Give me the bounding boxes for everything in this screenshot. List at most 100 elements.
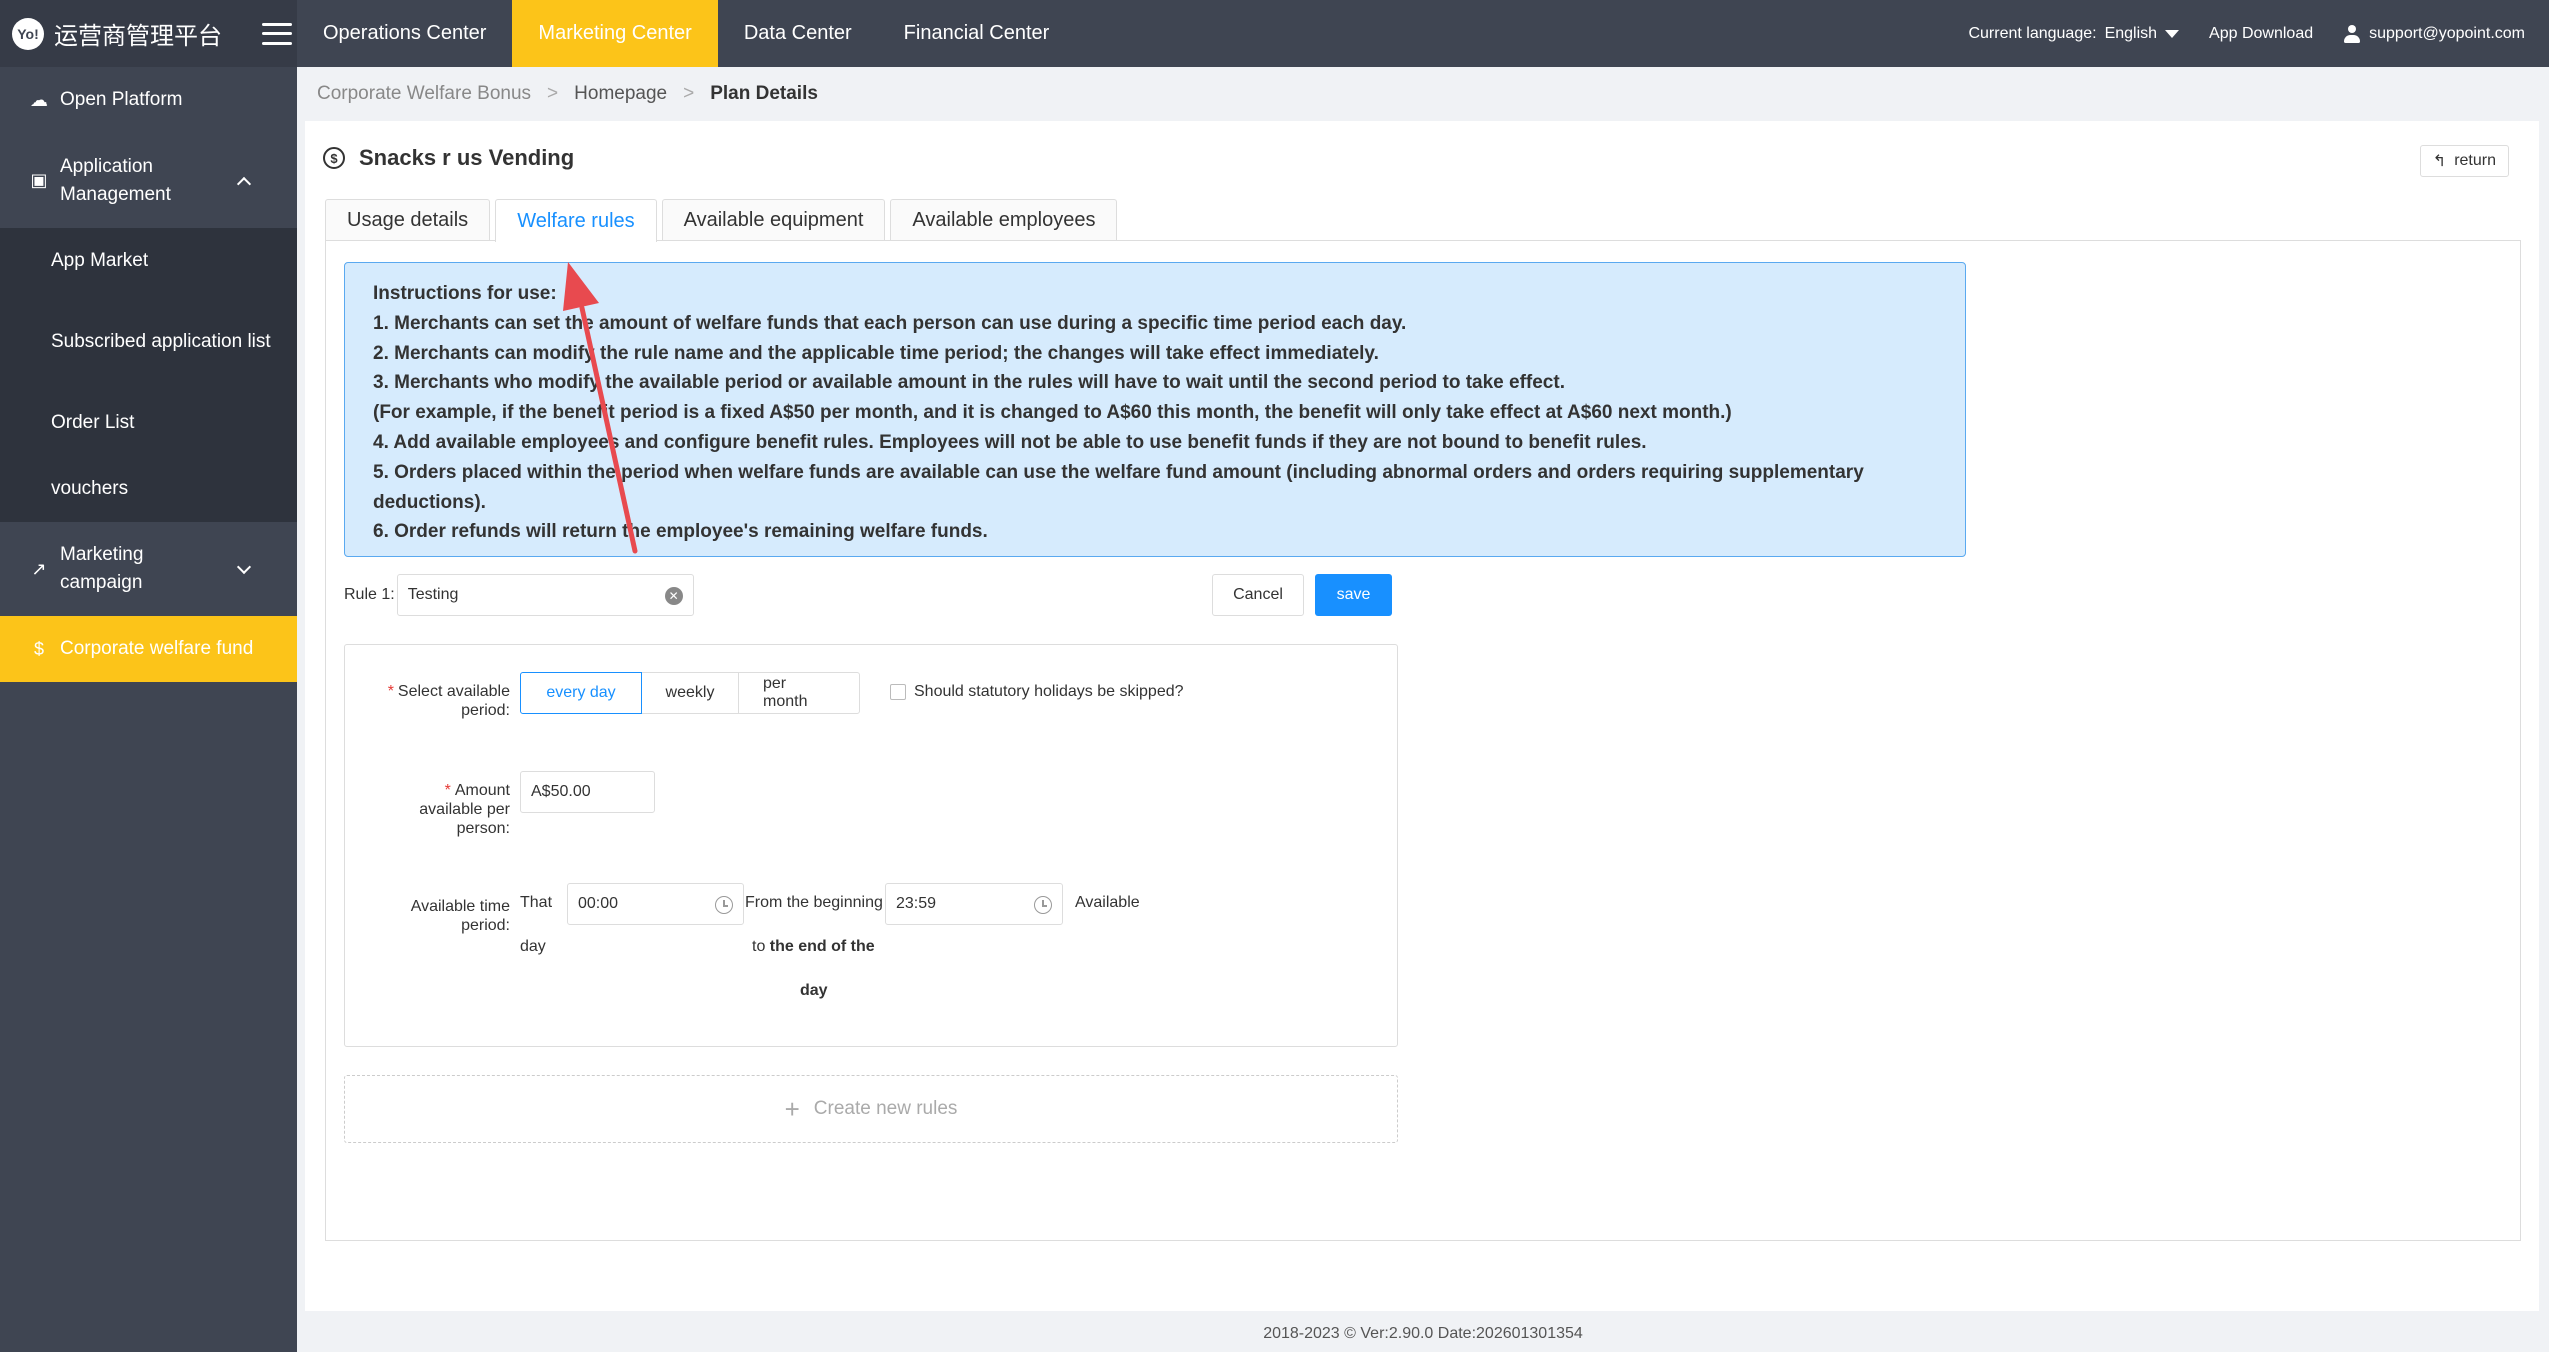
nav-data-center[interactable]: Data Center bbox=[718, 0, 878, 67]
clear-icon[interactable]: ✕ bbox=[664, 587, 683, 605]
rule-name-input[interactable]: Testing ✕ bbox=[396, 574, 694, 616]
dollar-icon: $ bbox=[323, 147, 345, 169]
sidebar-item-open-platform[interactable]: ☁ Open Platform bbox=[0, 67, 297, 133]
sidebar-item-label: Application Management bbox=[60, 155, 171, 205]
nav-operations-center[interactable]: Operations Center bbox=[297, 0, 512, 67]
label-text: Available time bbox=[410, 898, 510, 915]
user-menu[interactable]: support@yopoint.com bbox=[2343, 24, 2525, 43]
to-word: to bbox=[752, 938, 766, 955]
welfare-rules-content: Instructions for use: 1. Merchants can s… bbox=[325, 240, 2521, 1241]
top-bar: Yo! 运营商管理平台 Operations Center Marketing … bbox=[0, 0, 2549, 67]
instruction-line: 2. Merchants can modify the rule name an… bbox=[373, 342, 1379, 364]
trend-icon: ↗ bbox=[31, 558, 47, 579]
return-arrow-icon: ↰ bbox=[2432, 153, 2447, 170]
amount-field-label: * Amount available per person: bbox=[345, 781, 510, 838]
breadcrumb-separator: > bbox=[683, 83, 695, 104]
period-per-month-button[interactable]: per month bbox=[738, 672, 860, 714]
sidebar-item-subscribed-applications[interactable]: Subscribed application list bbox=[0, 294, 297, 390]
instructions-heading: Instructions for use: bbox=[373, 283, 557, 304]
sidebar-item-label: Marketing campaign bbox=[60, 544, 144, 593]
return-label: return bbox=[2454, 152, 2496, 169]
instructions-box: Instructions for use: 1. Merchants can s… bbox=[344, 262, 1966, 557]
create-new-rules-label: Create new rules bbox=[813, 1098, 958, 1119]
instruction-line: 3. Merchants who modify the available pe… bbox=[373, 372, 1565, 394]
instruction-line: 4. Add available employees and configure… bbox=[373, 431, 1647, 453]
label-text: period: bbox=[461, 702, 510, 719]
breadcrumb-welfare-bonus[interactable]: Corporate Welfare Bonus bbox=[317, 83, 531, 105]
main-content: Corporate Welfare Bonus > Homepage > Pla… bbox=[297, 67, 2549, 1352]
chevron-down-icon bbox=[236, 559, 252, 575]
cancel-button[interactable]: Cancel bbox=[1212, 574, 1304, 616]
sidebar-item-order-list[interactable]: Order List bbox=[0, 390, 297, 456]
create-new-rules-button[interactable]: + Create new rules bbox=[344, 1075, 1398, 1143]
from-beginning-label: From the beginning bbox=[745, 894, 883, 911]
rule-label: Rule 1: bbox=[344, 586, 395, 603]
tab-welfare-rules[interactable]: Welfare rules bbox=[495, 199, 657, 242]
sidebar-item-corporate-welfare-fund[interactable]: $ Corporate welfare fund bbox=[0, 616, 297, 682]
menu-toggle-icon[interactable] bbox=[262, 22, 292, 45]
plus-icon: + bbox=[784, 1093, 800, 1124]
period-every-day-button[interactable]: every day bbox=[520, 672, 642, 714]
end-time-value: 23:59 bbox=[896, 895, 937, 912]
breadcrumb: Corporate Welfare Bonus > Homepage > Pla… bbox=[297, 67, 2549, 121]
top-right-tools: Current language: English App Download s… bbox=[1968, 24, 2549, 43]
rule-name-value: Testing bbox=[407, 586, 459, 603]
user-email: support@yopoint.com bbox=[2369, 24, 2525, 42]
save-button[interactable]: save bbox=[1315, 574, 1392, 616]
period-field-label: * Select available period: bbox=[345, 682, 510, 720]
clock-icon bbox=[715, 896, 733, 914]
tab-available-equipment[interactable]: Available equipment bbox=[661, 199, 886, 240]
sidebar-item-vouchers[interactable]: vouchers bbox=[0, 456, 297, 522]
sidebar: ☁ Open Platform ▣ Application Management… bbox=[0, 67, 297, 1352]
sidebar-submenu: App Market Subscribed application list O… bbox=[0, 228, 297, 522]
language-selector[interactable]: Current language: English bbox=[1968, 24, 2180, 43]
rule-form: * Select available period: every day week… bbox=[344, 644, 1398, 1047]
end-day-text: day bbox=[800, 982, 828, 999]
period-selector: every day weekly per month bbox=[520, 672, 860, 714]
sidebar-item-app-market[interactable]: App Market bbox=[0, 228, 297, 294]
label-text: Select available bbox=[397, 683, 510, 700]
instruction-line: 5. Orders placed within the period when … bbox=[373, 461, 1864, 483]
nav-marketing-center[interactable]: Marketing Center bbox=[512, 0, 718, 67]
skip-holidays-label: Should statutory holidays be skipped? bbox=[914, 683, 1184, 700]
start-time-picker[interactable]: 00:00 bbox=[567, 883, 744, 925]
rule-header: Rule 1: Testing ✕ Cancel save bbox=[344, 574, 1392, 616]
page-title: $ Snacks r us Vending bbox=[323, 145, 574, 171]
time-that-label: That bbox=[520, 894, 553, 911]
amount-value: A$50.00 bbox=[531, 783, 591, 800]
to-label: to the end of the bbox=[752, 938, 875, 956]
period-weekly-button[interactable]: weekly bbox=[641, 672, 739, 714]
nav-financial-center[interactable]: Financial Center bbox=[878, 0, 1076, 67]
chevron-up-icon bbox=[236, 176, 252, 191]
skip-holidays-checkbox[interactable] bbox=[890, 684, 906, 700]
instruction-line: 1. Merchants can set the amount of welfa… bbox=[373, 312, 1407, 334]
return-button[interactable]: ↰ return bbox=[2419, 145, 2509, 177]
sidebar-item-label: Open Platform bbox=[60, 89, 183, 110]
plan-name: Snacks r us Vending bbox=[359, 145, 575, 170]
caret-down-icon bbox=[2165, 29, 2180, 38]
language-value: English bbox=[2104, 24, 2158, 42]
plan-details-panel: $ Snacks r us Vending ↰ return Usage det… bbox=[305, 121, 2539, 1311]
coin-icon: $ bbox=[33, 638, 44, 659]
tab-usage-details[interactable]: Usage details bbox=[325, 199, 491, 240]
required-marker: * bbox=[387, 683, 394, 700]
label-text: available per bbox=[419, 801, 510, 818]
instruction-line: 6. Order refunds will return the employe… bbox=[373, 521, 988, 543]
sidebar-item-application-management[interactable]: ▣ Application Management bbox=[0, 133, 297, 228]
required-marker: * bbox=[444, 782, 451, 799]
footer: 2018-2023 © Ver:2.90.0 Date:202601301354 bbox=[1263, 1324, 1583, 1342]
amount-input[interactable]: A$50.00 bbox=[520, 771, 655, 813]
top-nav: Operations Center Marketing Center Data … bbox=[297, 0, 1075, 67]
breadcrumb-current: Plan Details bbox=[710, 83, 818, 104]
available-label: Available bbox=[1075, 894, 1140, 911]
end-time-picker[interactable]: 23:59 bbox=[885, 883, 1063, 925]
brand: Yo! 运营商管理平台 bbox=[0, 0, 297, 67]
app-download-link[interactable]: App Download bbox=[2209, 25, 2313, 43]
breadcrumb-homepage[interactable]: Homepage bbox=[574, 83, 667, 105]
sidebar-item-marketing-campaign[interactable]: ↗ Marketing campaign bbox=[0, 522, 297, 616]
breadcrumb-separator: > bbox=[547, 83, 559, 104]
skip-holidays-option[interactable]: Should statutory holidays be skipped? bbox=[890, 683, 1184, 701]
tab-available-employees[interactable]: Available employees bbox=[890, 199, 1118, 240]
sidebar-item-label: Corporate welfare fund bbox=[60, 638, 254, 659]
user-icon bbox=[2343, 24, 2361, 43]
